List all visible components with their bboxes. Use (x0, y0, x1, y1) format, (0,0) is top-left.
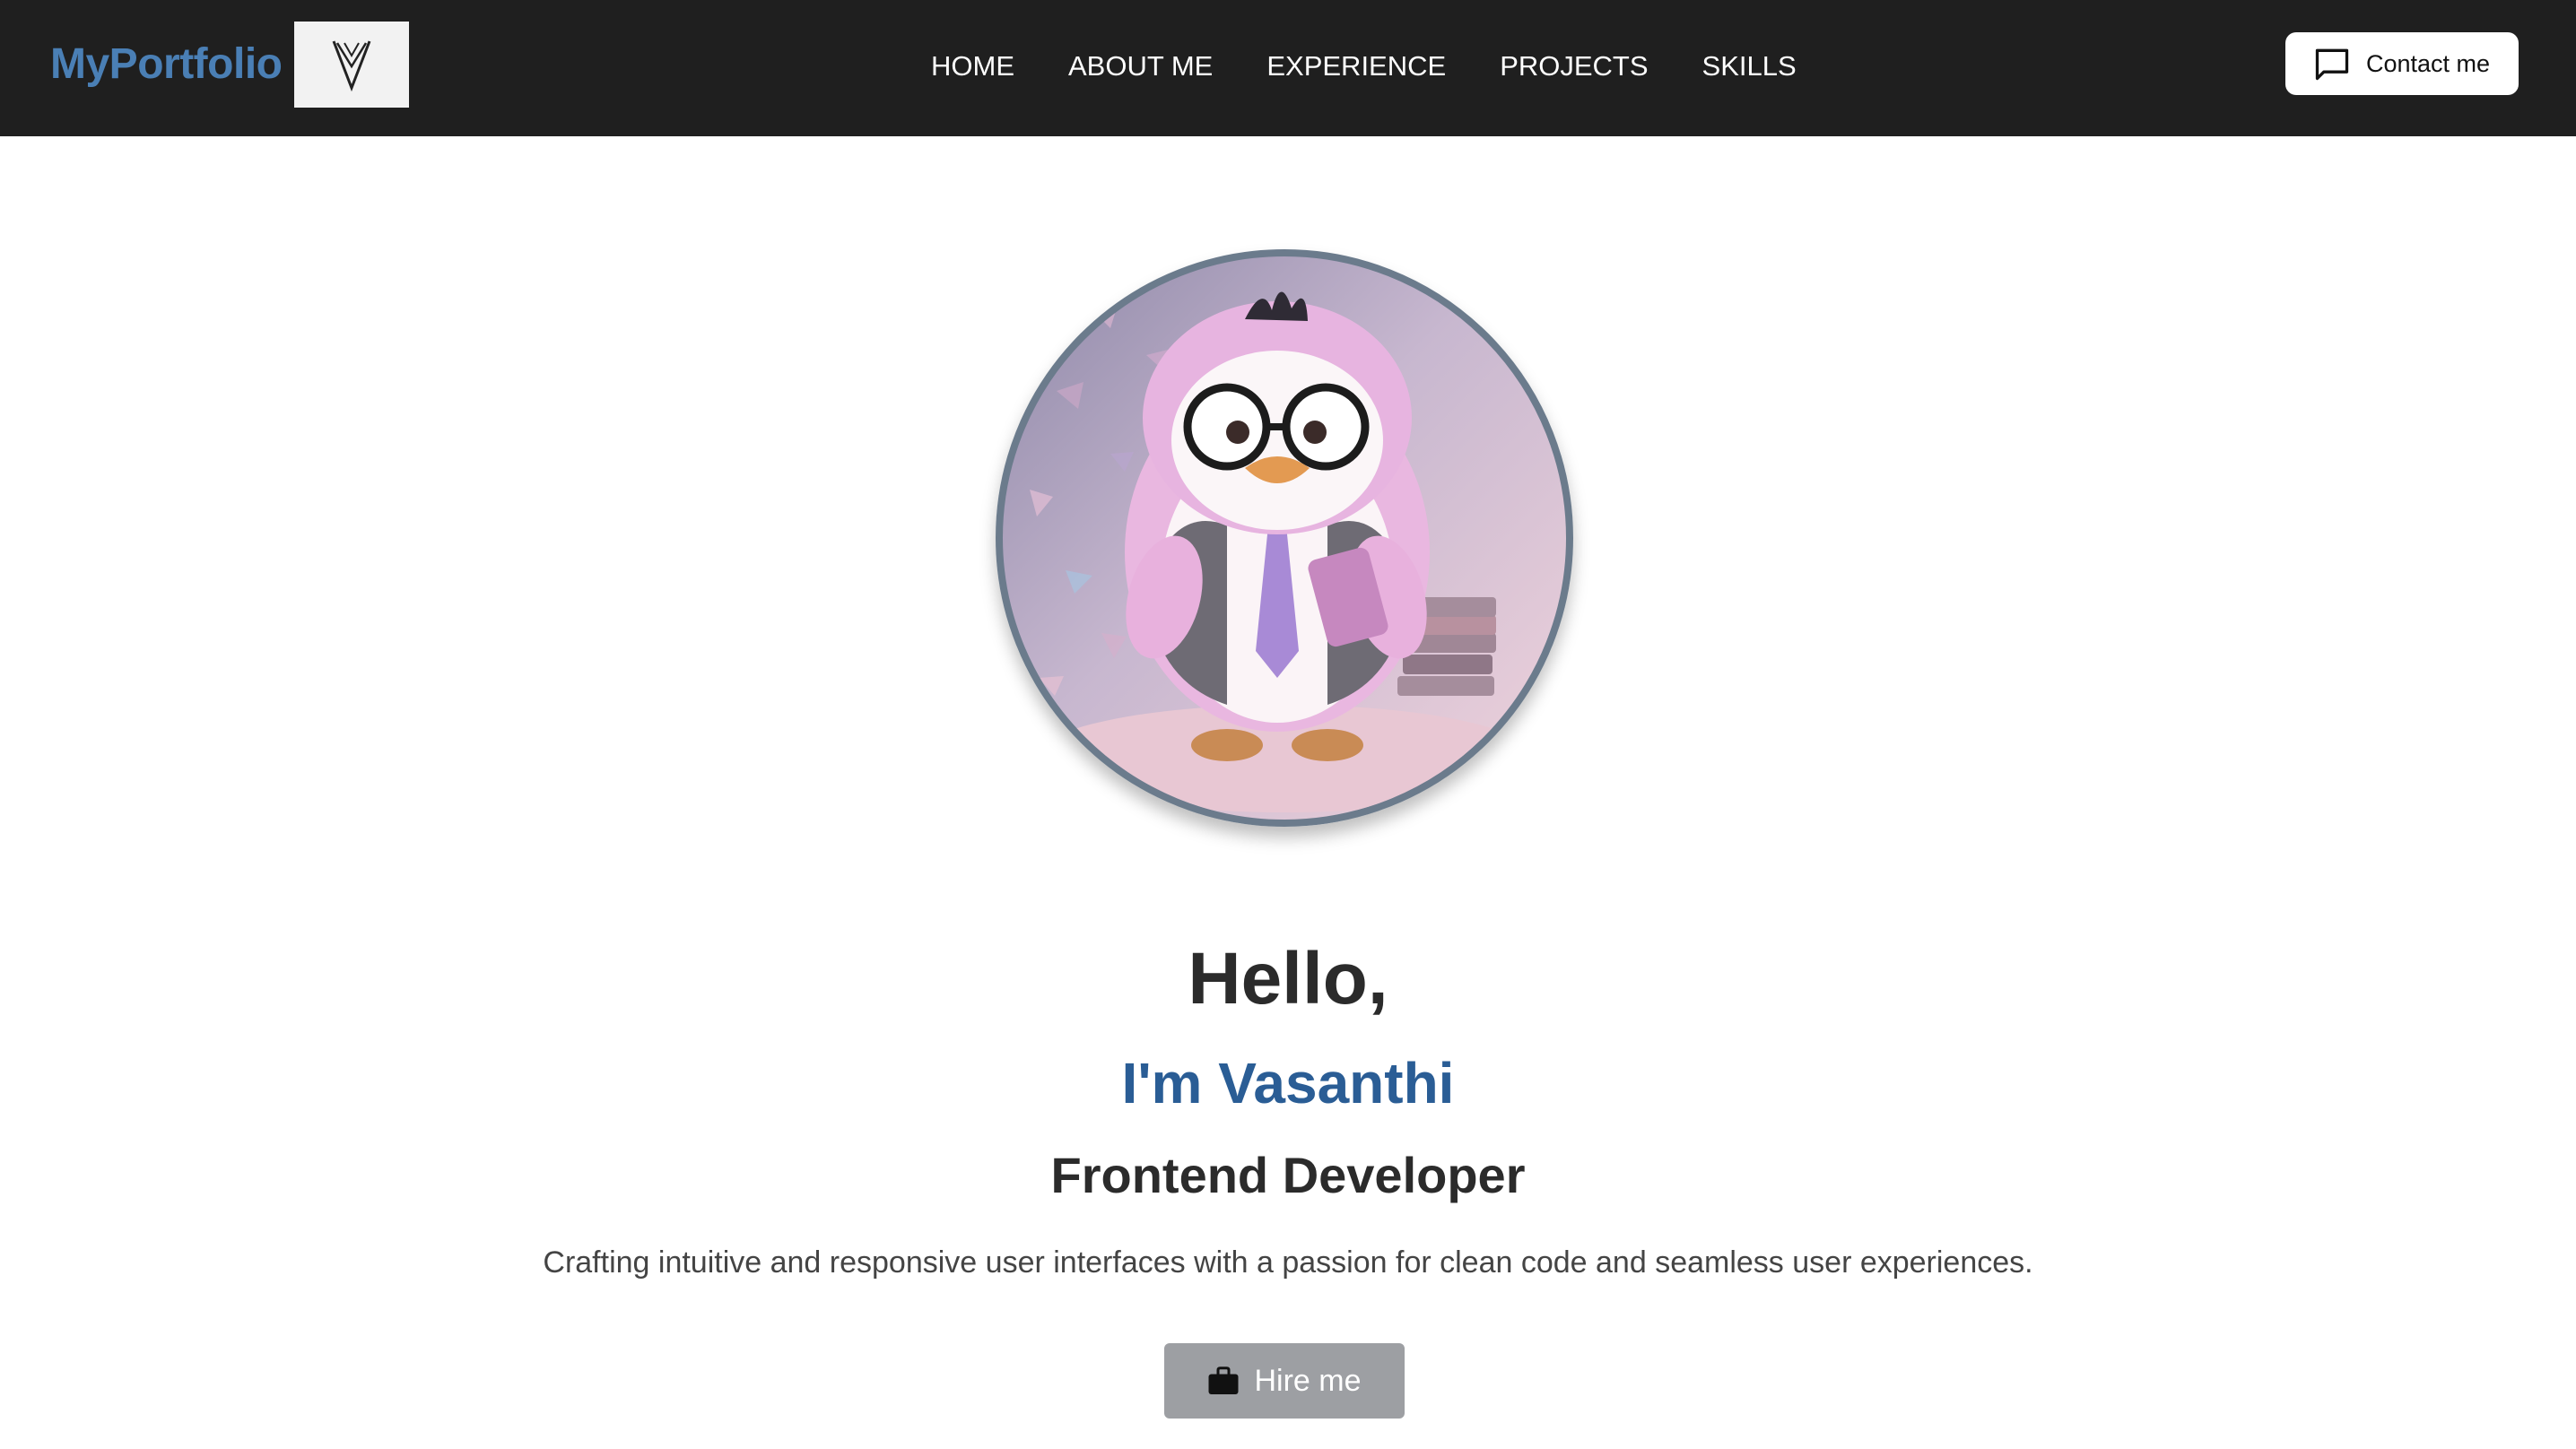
penguin-developer-avatar-image (1030, 291, 1536, 812)
avatar (996, 249, 1573, 827)
vm-monogram-logo-icon (332, 40, 371, 92)
contact-me-label: Contact me (2366, 49, 2491, 77)
hire-me-button[interactable]: Hire me (1164, 1343, 1405, 1419)
nav-experience[interactable]: EXPERIENCE (1266, 45, 1446, 88)
top-navbar: MyPortfolio HOME ABOUT ME EXPERIENCE PRO… (0, 0, 2576, 136)
nav-about-me[interactable]: ABOUT ME (1068, 45, 1213, 88)
tagline-text: Crafting intuitive and responsive user i… (543, 1245, 2033, 1280)
main-nav: HOME ABOUT ME EXPERIENCE PROJECTS SKILLS (931, 45, 1797, 88)
greeting-heading: Hello, (1188, 938, 1388, 1020)
hire-me-label: Hire me (1254, 1363, 1362, 1398)
chat-bubble-icon (2315, 48, 2349, 81)
brand-name[interactable]: MyPortfolio (50, 38, 283, 91)
contact-me-button[interactable]: Contact me (2285, 32, 2519, 95)
nav-home[interactable]: HOME (931, 45, 1014, 88)
role-heading: Frontend Developer (1050, 1147, 1526, 1203)
nav-skills[interactable]: SKILLS (1702, 45, 1797, 88)
briefcase-icon (1208, 1367, 1239, 1394)
name-heading: I'm Vasanthi (1121, 1051, 1455, 1115)
nav-projects[interactable]: PROJECTS (1500, 45, 1648, 88)
logo[interactable] (294, 22, 409, 108)
